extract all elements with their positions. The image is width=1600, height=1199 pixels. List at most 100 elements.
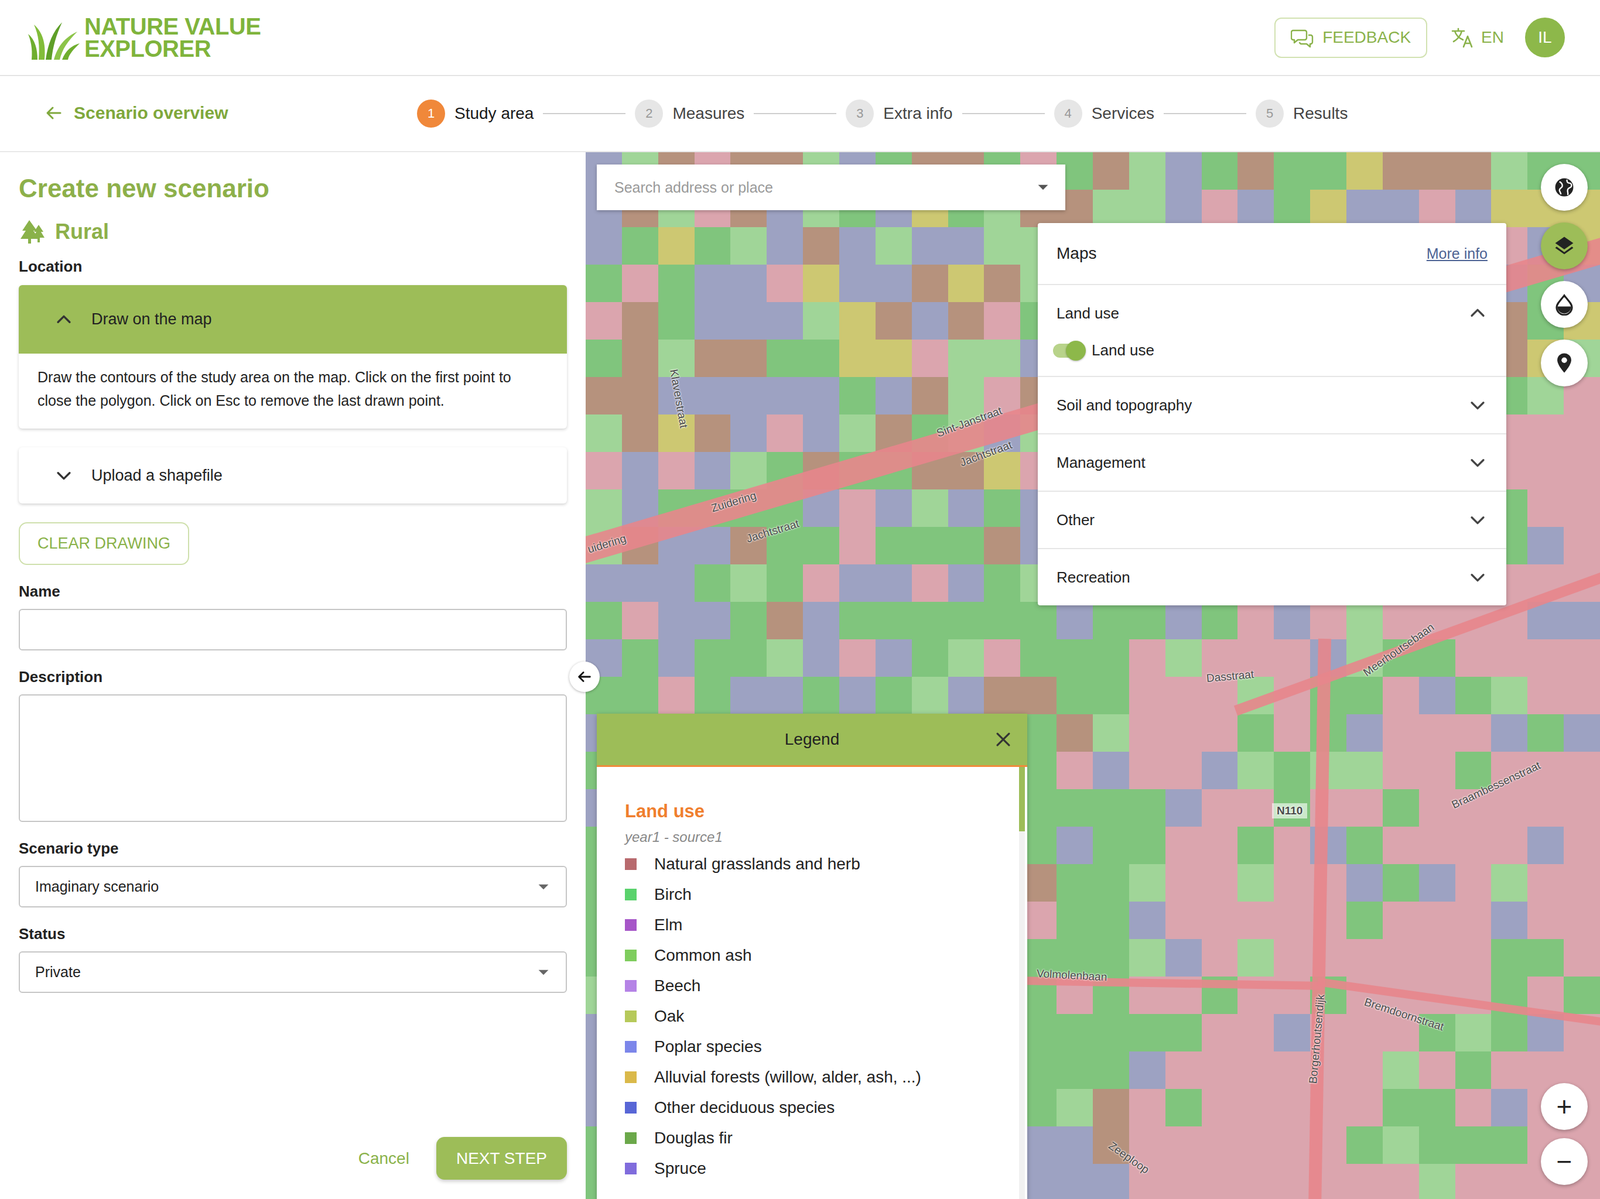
raster-cell xyxy=(1273,152,1311,190)
raster-cell xyxy=(802,677,840,715)
map-group-header[interactable]: Land use xyxy=(1037,285,1507,342)
pin-button[interactable] xyxy=(1540,339,1588,387)
raster-cell xyxy=(1346,864,1383,902)
search-input[interactable] xyxy=(613,178,1029,197)
raster-cell xyxy=(1346,789,1383,827)
raster-cell xyxy=(983,564,1021,603)
raster-cell xyxy=(948,677,985,715)
zoom-out-button[interactable]: − xyxy=(1540,1138,1588,1186)
map-tools xyxy=(1540,163,1588,387)
raster-cell xyxy=(730,377,767,415)
raster-cell xyxy=(766,302,803,340)
raster-cell xyxy=(1129,751,1166,790)
more-info-link[interactable]: More info xyxy=(1426,245,1488,263)
step[interactable]: 4Services xyxy=(1054,99,1155,128)
raster-cell xyxy=(1527,527,1564,565)
legend-item: Natural grasslands and herb xyxy=(624,849,1004,880)
step-number: 2 xyxy=(634,99,663,128)
clear-drawing-button[interactable]: CLEAR DRAWING xyxy=(18,522,190,566)
map-group-header[interactable]: Other xyxy=(1037,491,1507,549)
raster-cell xyxy=(1455,1014,1492,1052)
back-link[interactable]: Scenario overview xyxy=(44,103,228,123)
raster-cell xyxy=(875,527,912,565)
user-avatar[interactable]: IL xyxy=(1525,17,1565,58)
step-number: 4 xyxy=(1054,99,1083,128)
raster-cell xyxy=(1563,452,1600,490)
step[interactable]: 1Study area xyxy=(416,99,534,128)
raster-cell xyxy=(983,302,1021,340)
map-group-header[interactable]: Soil and topography xyxy=(1037,377,1507,434)
language-selector[interactable]: EN xyxy=(1450,25,1504,50)
raster-cell xyxy=(1419,1164,1456,1199)
raster-cell xyxy=(1092,152,1130,190)
raster-cell xyxy=(983,264,1021,303)
raster-cell xyxy=(1092,639,1130,678)
caret-down-icon[interactable] xyxy=(1034,179,1052,196)
next-step-button[interactable]: NEXT STEP xyxy=(436,1137,567,1181)
map[interactable]: KlaverstraatSint-JanstraatZuideringJacht… xyxy=(585,152,1600,1199)
raster-cell xyxy=(1273,1014,1311,1052)
raster-cell xyxy=(1237,152,1274,190)
raster-cell xyxy=(1092,1164,1130,1199)
raster-cell xyxy=(1382,1051,1420,1090)
layer-toggle[interactable] xyxy=(1053,343,1084,358)
map-search[interactable] xyxy=(596,164,1066,211)
cancel-button[interactable]: Cancel xyxy=(353,1149,415,1169)
legend: LegendLand useyear1 - source1Natural gra… xyxy=(596,713,1028,1199)
name-input[interactable] xyxy=(18,609,567,651)
zoom-in-button[interactable]: + xyxy=(1540,1083,1588,1131)
raster-cell xyxy=(1491,1164,1528,1199)
step[interactable]: 5Results xyxy=(1255,99,1348,128)
close-icon[interactable] xyxy=(993,729,1014,750)
raster-cell xyxy=(694,414,731,453)
raster-cell xyxy=(839,489,876,528)
logo[interactable]: NATURE VALUEEXPLORER xyxy=(26,14,261,61)
map-group-label: Management xyxy=(1056,453,1146,473)
raster-cell xyxy=(875,639,912,678)
description-input[interactable] xyxy=(18,694,567,823)
legend-item: Poplar species xyxy=(624,1031,1004,1063)
map-group-header[interactable]: Management xyxy=(1037,434,1507,491)
accordion-header[interactable]: Draw on the map xyxy=(18,285,567,354)
scrollbar-thumb[interactable] xyxy=(1019,767,1025,832)
raster-cell xyxy=(983,527,1021,565)
status-select[interactable]: Private xyxy=(18,951,567,994)
raster-cell xyxy=(1382,751,1420,790)
raster-cell xyxy=(1020,677,1057,715)
map-group-header[interactable]: Recreation xyxy=(1037,549,1507,606)
raster-cell xyxy=(694,227,731,265)
scenario-type-select[interactable]: Imaginary scenario xyxy=(18,866,567,908)
raster-cell xyxy=(911,489,949,528)
raster-cell xyxy=(1527,639,1564,678)
raster-cell xyxy=(948,377,985,415)
accordion-header[interactable]: Upload a shapefile xyxy=(18,447,567,504)
map-group-label: Other xyxy=(1056,511,1095,530)
raster-cell xyxy=(621,602,659,640)
globe-button[interactable] xyxy=(1540,163,1588,211)
legend-item-label: Other deciduous species xyxy=(654,1098,835,1118)
step[interactable]: 2Measures xyxy=(634,99,745,128)
raster-cell xyxy=(875,339,912,378)
raster-cell xyxy=(1165,939,1202,977)
feedback-button[interactable]: FEEDBACK xyxy=(1274,17,1428,58)
location-option: Draw on the mapDraw the contours of the … xyxy=(18,285,567,429)
legend-swatch xyxy=(624,1041,637,1054)
raster-cell xyxy=(1563,901,1600,940)
raster-cell xyxy=(658,264,695,303)
raster-cell xyxy=(1165,639,1202,678)
layers-button[interactable] xyxy=(1540,222,1588,270)
step[interactable]: 3Extra info xyxy=(845,99,953,128)
raster-cell xyxy=(948,339,985,378)
raster-cell xyxy=(1346,1051,1383,1090)
raster-cell xyxy=(1165,1051,1202,1090)
raster-cell xyxy=(1563,789,1600,827)
water-button[interactable] xyxy=(1540,281,1588,328)
collapse-panel-button[interactable] xyxy=(569,661,600,693)
raster-cell xyxy=(1129,1051,1166,1090)
legend-scrollbar[interactable] xyxy=(1019,767,1025,1199)
map-group-label: Recreation xyxy=(1056,568,1131,587)
raster-cell xyxy=(802,602,840,640)
description-label: Description xyxy=(18,668,567,687)
raster-cell xyxy=(1129,189,1166,228)
raster-cell xyxy=(1419,714,1456,752)
